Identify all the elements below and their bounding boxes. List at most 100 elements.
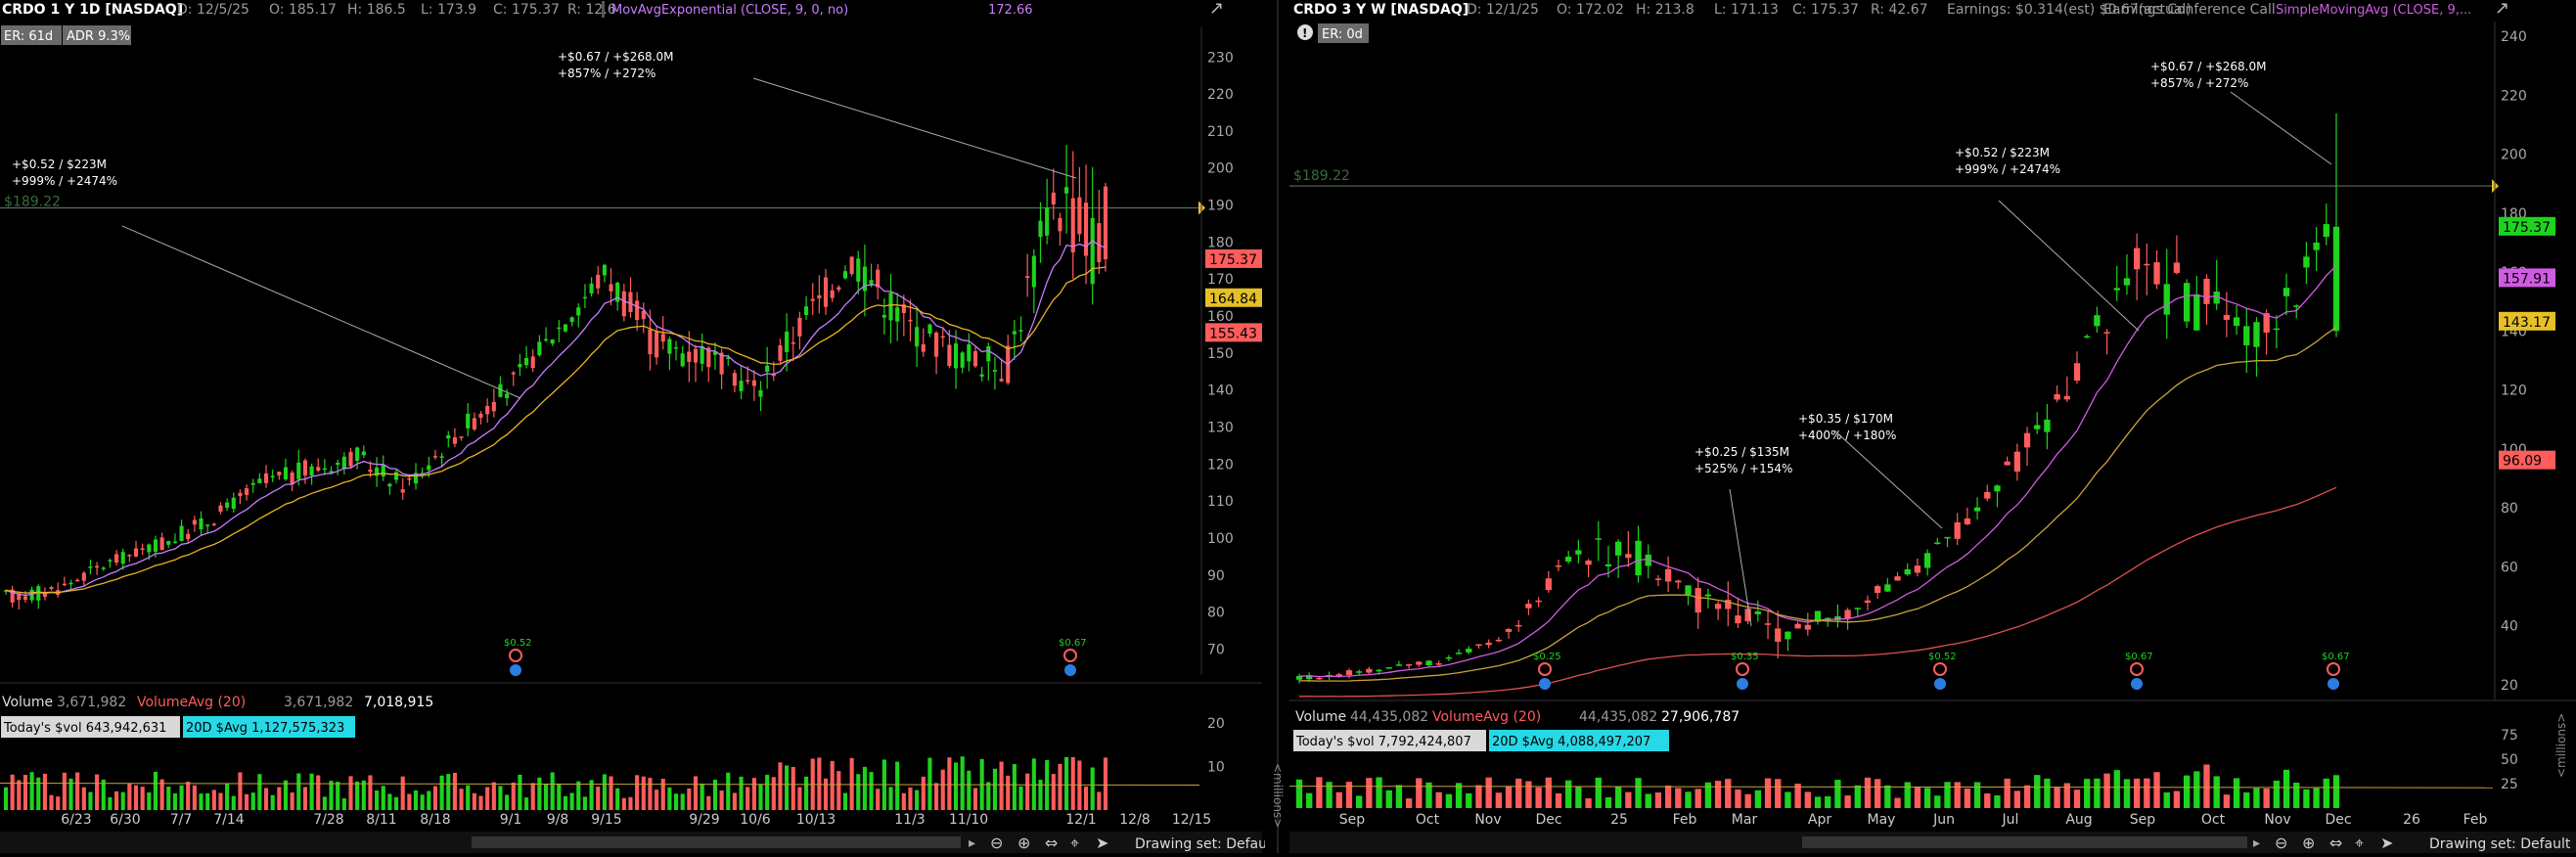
right-candle-body [2073, 363, 2081, 382]
right-price-tick: 80 [2501, 501, 2518, 517]
right-volume-avg-line [1288, 786, 2494, 789]
left-candle-body [427, 465, 431, 471]
right-volume-bar [1306, 792, 1313, 808]
left-candle-body [765, 365, 770, 373]
left-drawing-tool-icon[interactable]: ↗ [1209, 0, 1224, 19]
left-volume-bar [758, 784, 763, 810]
right-volume-bar [2054, 787, 2060, 808]
left-price-tick: 130 [1207, 421, 1234, 436]
right-volume-bar [1695, 789, 1701, 808]
left-scroll-right-icon[interactable]: ▸ [969, 835, 975, 851]
right-volume-bar [1316, 777, 1323, 808]
right-volume-bar [1545, 777, 1552, 808]
left-price-tick: 100 [1207, 531, 1234, 547]
left-cursor-icon[interactable]: ➤ [1096, 834, 1108, 852]
right-volume-bar [1505, 786, 1513, 808]
left-volume-bar [153, 771, 158, 810]
left-zoom-out-icon[interactable]: ⊖ [990, 834, 1003, 852]
left-volume-bar [140, 787, 145, 810]
right-candle-body [1964, 518, 1971, 525]
right-candle-body [2282, 288, 2290, 296]
left-time-tick: 8/18 [420, 812, 450, 828]
right-price-tick: 240 [2501, 29, 2527, 45]
right-time-tick: 25 [1610, 812, 1628, 828]
left-candle-body [1051, 192, 1056, 204]
left-candle-body [817, 294, 822, 299]
right-volume-bar [1645, 793, 1651, 808]
right-volume-bar [2213, 776, 2220, 808]
right-volume-bar [2153, 772, 2160, 808]
left-volume-tick: 10 [1207, 759, 1225, 775]
right-sma-label[interactable]: SimpleMovingAvg (CLOSE, 9,... [2276, 3, 2471, 18]
right-cursor-icon[interactable]: ➤ [2380, 834, 2393, 852]
right-volume-bar [2094, 778, 2101, 808]
left-candle-body [472, 418, 476, 430]
right-pan-icon[interactable]: ⇔ [2329, 834, 2342, 852]
right-volume-bar [1814, 796, 1822, 808]
right-drawing-set[interactable]: Drawing set: Default [2429, 836, 2571, 852]
left-volume-bar [842, 792, 848, 810]
right-candle-body [2113, 288, 2120, 291]
right-candle-body [1864, 600, 1872, 604]
right-drawing-tool-icon[interactable]: ↗ [2495, 0, 2509, 19]
left-zoom-in-icon[interactable]: ⊕ [1017, 834, 1030, 852]
right-volume-bar [1466, 792, 1472, 808]
left-volume-bar [277, 787, 282, 810]
left-drawing-set[interactable]: Drawing set: Default [1135, 836, 1277, 852]
left-candle-body [849, 256, 854, 275]
right-crosshair-icon[interactable]: ⌖ [2355, 834, 2364, 852]
left-volume-bar [635, 775, 640, 810]
right-zoom-in-icon[interactable]: ⊕ [2302, 834, 2315, 852]
left-candle-body [466, 413, 471, 428]
left-volume-bar [290, 792, 294, 810]
right-price-tag: 96.09 [2503, 454, 2542, 470]
left-symbol[interactable]: CRDO 1 Y 1D [NASDAQ] [2, 2, 183, 18]
left-pan-icon[interactable]: ⇔ [1045, 834, 1058, 852]
left-candle-body [322, 468, 327, 471]
left-volume-bar [746, 787, 750, 810]
left-candle-body [915, 327, 920, 347]
left-candle-body [940, 336, 945, 338]
right-zoom-out-icon[interactable]: ⊖ [2275, 834, 2287, 852]
right-volume-bar [1844, 795, 1851, 808]
right-volume-avg-value: 44,435,082 [1579, 709, 1657, 725]
left-volume-bar [927, 757, 932, 810]
left-volume-axis-label: <millions> [1271, 763, 1285, 828]
right-scroll-right-icon[interactable]: ▸ [2253, 835, 2260, 851]
left-candle-body [309, 466, 314, 476]
left-scrollbar[interactable] [472, 836, 961, 848]
right-scrollbar[interactable] [1802, 836, 2247, 848]
right-volume-bar [1864, 777, 1872, 808]
right-volume-bar [1435, 791, 1442, 808]
left-candle-body [537, 341, 542, 356]
right-candle-body [1595, 538, 1602, 540]
left-volume-avg-label: VolumeAvg (20) [137, 695, 246, 710]
right-earnings-value: $0.67 [2322, 652, 2350, 662]
left-volume-bar [537, 777, 542, 810]
right-time-axis: Sep Oct Nov Dec 25 Feb Mar Apr May Jun Jul Aug Sep Oc… [1339, 812, 2488, 828]
right-volume-bar [1954, 782, 1961, 808]
left-candle-body [211, 523, 216, 525]
right-volume-bar [1785, 791, 1791, 808]
right-symbol[interactable]: CRDO 3 Y W [NASDAQ] [1293, 2, 1469, 18]
left-candle-body [758, 389, 763, 397]
left-reference-label: $189.22 [4, 195, 61, 210]
left-time-tick: 6/23 [61, 812, 91, 828]
left-candle-body [635, 300, 640, 321]
right-candle-body [1735, 615, 1741, 624]
right-candle-body [2223, 314, 2231, 320]
right-candle-body [1984, 491, 1991, 499]
left-volume-bar [1097, 791, 1102, 810]
right-volume-bar [1744, 793, 1751, 808]
right-volume-bar [2193, 771, 2200, 808]
left-ema9-label[interactable]: MovAvgExponential (CLOSE, 9, 0, no) [611, 3, 848, 18]
right-volume-bar [1614, 787, 1622, 808]
left-volume-bar [29, 772, 34, 810]
left-crosshair-icon[interactable]: ⌖ [1070, 834, 1079, 852]
left-candle-body [1025, 276, 1030, 279]
left-time-tick: 12/15 [1172, 812, 1211, 828]
right-volume-bar [2013, 790, 2021, 808]
left-volume-bar [36, 777, 41, 810]
left-candle-body [888, 293, 893, 321]
left-candle-body [530, 356, 535, 369]
